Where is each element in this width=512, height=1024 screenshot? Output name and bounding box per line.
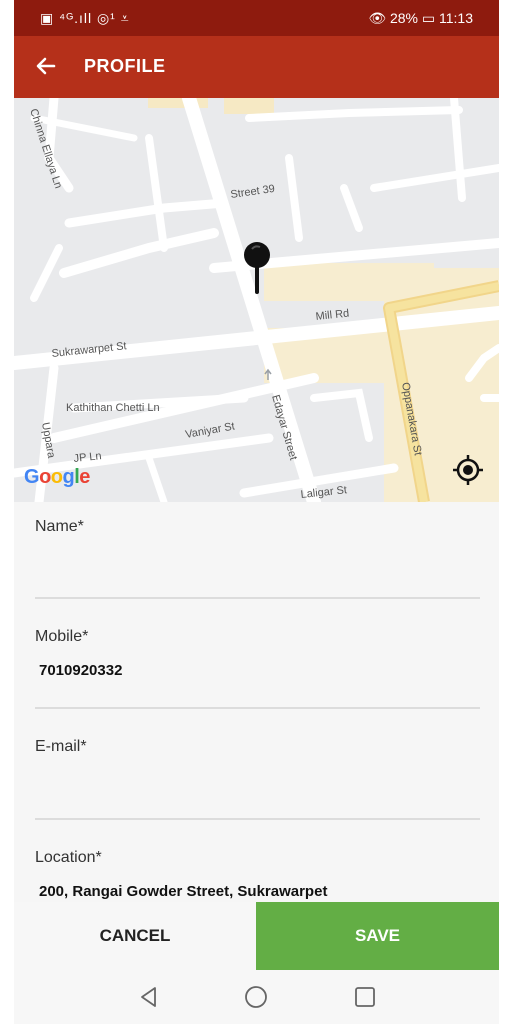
system-nav-bar (14, 970, 499, 1024)
mobile-label: Mobile* (35, 628, 89, 645)
google-attribution: Google (24, 466, 90, 488)
svg-text:Kathithan Chetti Ln: Kathithan Chetti Ln (66, 402, 160, 414)
status-icons: ▣ ⁴ᴳ.ıll ◎¹ ⩡ (40, 10, 130, 26)
save-button[interactable]: SAVE (256, 902, 499, 970)
name-label: Name* (35, 518, 84, 535)
nav-home-icon[interactable] (243, 984, 269, 1010)
my-location-icon[interactable] (452, 454, 484, 486)
name-underline (35, 597, 480, 599)
mobile-input[interactable]: 7010920332 (35, 662, 480, 682)
location-label: Location* (35, 849, 102, 866)
cancel-button[interactable]: CANCEL (14, 902, 256, 970)
name-input[interactable] (35, 552, 480, 572)
page-title: PROFILE (84, 56, 166, 76)
mobile-underline (35, 707, 480, 709)
status-battery-time: 👁 28% ▭ 11:13 (368, 10, 473, 26)
name-field[interactable]: Name* (35, 518, 480, 572)
map-canvas: Chinna Ellaya Ln Street 39 Mill Rd Sukra… (14, 98, 499, 502)
action-buttons: CANCEL SAVE (14, 902, 499, 970)
mobile-field[interactable]: Mobile* 7010920332 (35, 628, 480, 682)
location-input[interactable]: 200, Rangai Gowder Street, Sukrawarpet (35, 883, 480, 903)
map-pin-icon (244, 242, 270, 294)
app-bar: PROFILE (14, 36, 499, 98)
email-field[interactable]: E-mail* (35, 738, 480, 792)
location-field[interactable]: Location* 200, Rangai Gowder Street, Suk… (35, 849, 480, 903)
back-arrow-icon[interactable] (34, 54, 58, 78)
email-label: E-mail* (35, 738, 87, 755)
status-bar: ▣ ⁴ᴳ.ıll ◎¹ ⩡ 👁 28% ▭ 11:13 (14, 0, 499, 36)
profile-form: Name* Mobile* 7010920332 E-mail* Locatio… (14, 502, 499, 902)
location-map[interactable]: Chinna Ellaya Ln Street 39 Mill Rd Sukra… (14, 98, 499, 502)
nav-back-icon[interactable] (136, 984, 162, 1010)
app-frame: ▣ ⁴ᴳ.ıll ◎¹ ⩡ 👁 28% ▭ 11:13 PROFILE Chin… (14, 0, 499, 1024)
email-input[interactable] (35, 772, 480, 792)
nav-recents-icon[interactable] (352, 984, 378, 1010)
email-underline (35, 818, 480, 820)
